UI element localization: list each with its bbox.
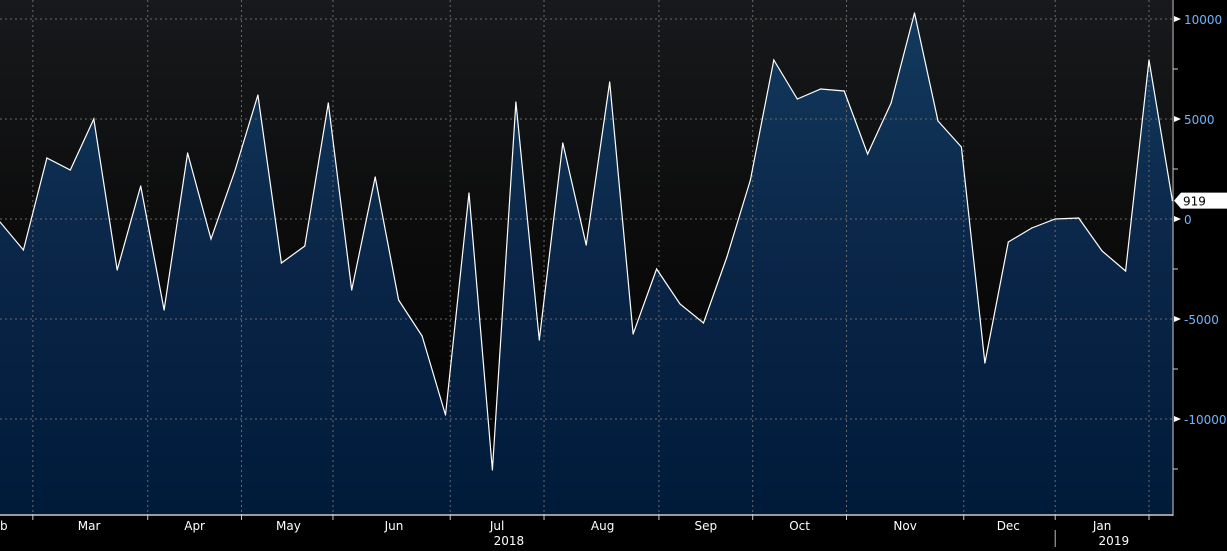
x-tick-label: Sep (695, 519, 718, 533)
data-point (22, 249, 25, 251)
data-point (937, 120, 939, 122)
data-point (327, 102, 329, 104)
data-point (984, 362, 986, 364)
data-point (655, 268, 658, 270)
data-point (1101, 250, 1103, 252)
x-tick-label: b (0, 519, 8, 533)
data-point (960, 146, 963, 148)
data-point (1148, 59, 1150, 61)
data-point (1124, 270, 1127, 272)
data-point (163, 309, 165, 311)
y-tick-label: -5000 (1184, 313, 1219, 327)
x-tick-label: Jan (1092, 519, 1112, 533)
data-point (702, 322, 705, 324)
y-tick-mark (1174, 116, 1181, 122)
data-point (562, 142, 564, 144)
last-value-label: 919 (1183, 195, 1206, 209)
x-tick-label: Mar (78, 519, 101, 533)
data-point (585, 244, 587, 246)
data-point (374, 176, 376, 178)
x-tick-label: Apr (184, 519, 205, 533)
data-point (749, 179, 751, 181)
data-point (46, 157, 48, 159)
data-point (351, 289, 353, 291)
data-point (116, 269, 118, 271)
data-point (843, 90, 845, 92)
data-point (1078, 217, 1080, 219)
y-tick-mark (1174, 216, 1181, 222)
data-point (867, 153, 869, 155)
y-tick-mark (1174, 16, 1181, 22)
x-tick-label: Aug (591, 519, 614, 533)
x-tick-label: Jun (384, 519, 404, 533)
data-point (444, 414, 447, 416)
data-point (93, 118, 95, 120)
data-point (280, 262, 282, 264)
data-point (140, 185, 142, 187)
data-point (1171, 200, 1174, 202)
data-point (773, 59, 775, 61)
data-point (796, 98, 798, 100)
data-point (468, 192, 470, 194)
data-point (679, 303, 681, 305)
data-point (632, 333, 634, 335)
area-chart: 10000 5000 0 -5000 -10000 b Mar Apr May Jun Jul Au… (0, 0, 1227, 548)
x-tick-label: Jul (489, 519, 504, 533)
data-point (186, 152, 189, 154)
x-tick-label: Dec (997, 519, 1020, 533)
data-point (726, 256, 728, 258)
y-tick-label: 5000 (1184, 113, 1215, 127)
y-tick-label: -10000 (1184, 413, 1227, 427)
data-point (210, 238, 212, 240)
data-point (421, 335, 423, 337)
y-tick-label: 0 (1184, 213, 1192, 227)
y-tick-mark (1174, 316, 1181, 322)
data-point (257, 94, 259, 96)
data-point (1031, 227, 1033, 229)
data-point (1007, 241, 1009, 243)
last-value-marker: 919 (1174, 192, 1227, 209)
data-point (820, 88, 822, 90)
x-year-label: 2018 (494, 534, 525, 547)
data-point (609, 81, 611, 83)
data-point (890, 102, 892, 104)
y-tick-label: 10000 (1184, 13, 1222, 27)
x-tick-label: Oct (789, 519, 810, 533)
data-point (233, 171, 236, 173)
x-tick-label: Nov (893, 519, 916, 533)
data-point (69, 169, 71, 171)
data-point (515, 101, 517, 103)
x-year-label: 2019 (1099, 534, 1130, 547)
data-point (1054, 218, 1056, 220)
data-point (913, 12, 916, 14)
data-point (538, 339, 540, 341)
data-point (304, 245, 306, 247)
y-tick-mark (1174, 416, 1181, 422)
x-tick-label: May (276, 519, 301, 533)
data-point (491, 469, 494, 471)
data-point (398, 299, 400, 301)
